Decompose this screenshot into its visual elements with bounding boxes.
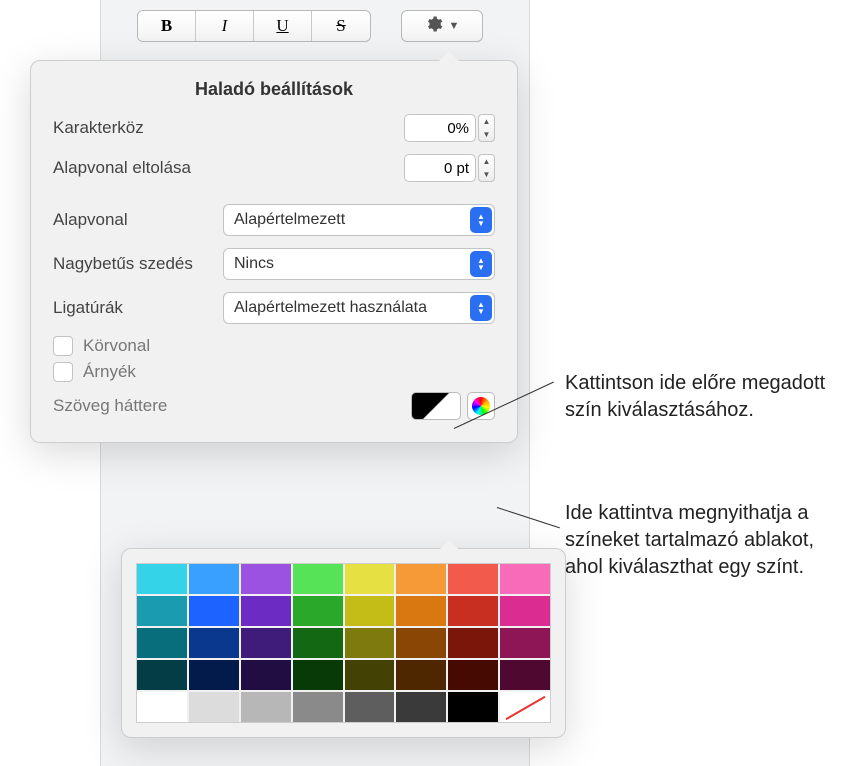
- color-swatch[interactable]: [396, 628, 446, 658]
- color-swatch[interactable]: [448, 692, 498, 722]
- color-swatch[interactable]: [189, 660, 239, 690]
- color-swatch[interactable]: [345, 596, 395, 626]
- shadow-label: Árnyék: [83, 362, 136, 382]
- baseline-shift-stepper[interactable]: ▲▼: [404, 154, 495, 182]
- color-swatch[interactable]: [345, 564, 395, 594]
- color-swatch[interactable]: [293, 564, 343, 594]
- advanced-settings-button[interactable]: ▼: [401, 10, 483, 42]
- callout-color-wheel: Ide kattintva megnyithatja a színeket ta…: [565, 500, 845, 581]
- character-spacing-stepper[interactable]: ▲▼: [404, 114, 495, 142]
- color-swatch[interactable]: [500, 660, 550, 690]
- color-swatch[interactable]: [396, 692, 446, 722]
- color-swatch[interactable]: [189, 692, 239, 722]
- ligatures-select-value: Alapértelmezett használata: [234, 299, 427, 317]
- color-swatch[interactable]: [396, 596, 446, 626]
- italic-button[interactable]: I: [196, 11, 254, 41]
- outline-checkbox[interactable]: [53, 336, 73, 356]
- color-swatch[interactable]: [241, 692, 291, 722]
- color-palette-popover: [121, 548, 566, 738]
- character-spacing-label: Karakterköz: [53, 118, 144, 138]
- color-swatch[interactable]: [448, 628, 498, 658]
- select-knob-icon: ▲▼: [470, 251, 492, 277]
- capitalization-select[interactable]: Nincs ▲▼: [223, 248, 495, 280]
- outline-label: Körvonal: [83, 336, 150, 356]
- text-style-segment: B I U S: [137, 10, 371, 42]
- select-knob-icon: ▲▼: [470, 207, 492, 233]
- color-swatch[interactable]: [137, 692, 187, 722]
- text-background-label: Szöveg háttere: [53, 396, 167, 416]
- color-swatch[interactable]: [448, 564, 498, 594]
- color-swatch[interactable]: [137, 564, 187, 594]
- color-swatch[interactable]: [137, 628, 187, 658]
- color-swatch[interactable]: [396, 564, 446, 594]
- color-swatch[interactable]: [241, 628, 291, 658]
- color-swatch[interactable]: [500, 628, 550, 658]
- color-swatch[interactable]: [345, 692, 395, 722]
- baseline-label: Alapvonal: [53, 210, 213, 230]
- ligatures-label: Ligatúrák: [53, 298, 213, 318]
- color-swatch[interactable]: [137, 596, 187, 626]
- color-swatch[interactable]: [189, 564, 239, 594]
- color-swatch-none[interactable]: [500, 692, 550, 722]
- format-toolbar: B I U S ▼: [137, 10, 483, 42]
- preset-color-button[interactable]: [411, 392, 461, 420]
- baseline-shift-label: Alapvonal eltolása: [53, 158, 191, 178]
- popover-title: Haladó beállítások: [53, 79, 495, 100]
- color-swatch[interactable]: [345, 628, 395, 658]
- color-swatch[interactable]: [500, 564, 550, 594]
- color-swatch[interactable]: [293, 692, 343, 722]
- color-swatch[interactable]: [345, 660, 395, 690]
- color-swatch[interactable]: [293, 660, 343, 690]
- strikethrough-button[interactable]: S: [312, 11, 370, 41]
- stepper-arrows[interactable]: ▲▼: [478, 154, 495, 182]
- baseline-select-value: Alapértelmezett: [234, 211, 345, 229]
- color-swatch[interactable]: [448, 660, 498, 690]
- color-swatch[interactable]: [396, 660, 446, 690]
- color-swatch[interactable]: [189, 628, 239, 658]
- bold-button[interactable]: B: [138, 11, 196, 41]
- capitalization-select-value: Nincs: [234, 255, 274, 273]
- gear-icon: [425, 15, 443, 38]
- baseline-shift-input[interactable]: [404, 154, 476, 182]
- color-swatch[interactable]: [241, 564, 291, 594]
- ligatures-select[interactable]: Alapértelmezett használata ▲▼: [223, 292, 495, 324]
- color-swatch[interactable]: [293, 596, 343, 626]
- color-palette-grid: [136, 563, 551, 723]
- color-swatch[interactable]: [293, 628, 343, 658]
- stepper-arrows[interactable]: ▲▼: [478, 114, 495, 142]
- advanced-settings-popover: Haladó beállítások Karakterköz ▲▼ Alapvo…: [30, 60, 518, 443]
- select-knob-icon: ▲▼: [470, 295, 492, 321]
- callout-preset-color: Kattintson ide előre megadott szín kivál…: [565, 370, 845, 424]
- chevron-down-icon: ▼: [449, 20, 460, 32]
- color-swatch[interactable]: [241, 596, 291, 626]
- color-swatch[interactable]: [500, 596, 550, 626]
- baseline-select[interactable]: Alapértelmezett ▲▼: [223, 204, 495, 236]
- color-swatch[interactable]: [137, 660, 187, 690]
- shadow-checkbox[interactable]: [53, 362, 73, 382]
- underline-button[interactable]: U: [254, 11, 312, 41]
- color-swatch[interactable]: [448, 596, 498, 626]
- color-swatch[interactable]: [189, 596, 239, 626]
- capitalization-label: Nagybetűs szedés: [53, 254, 213, 274]
- color-swatch[interactable]: [241, 660, 291, 690]
- character-spacing-input[interactable]: [404, 114, 476, 142]
